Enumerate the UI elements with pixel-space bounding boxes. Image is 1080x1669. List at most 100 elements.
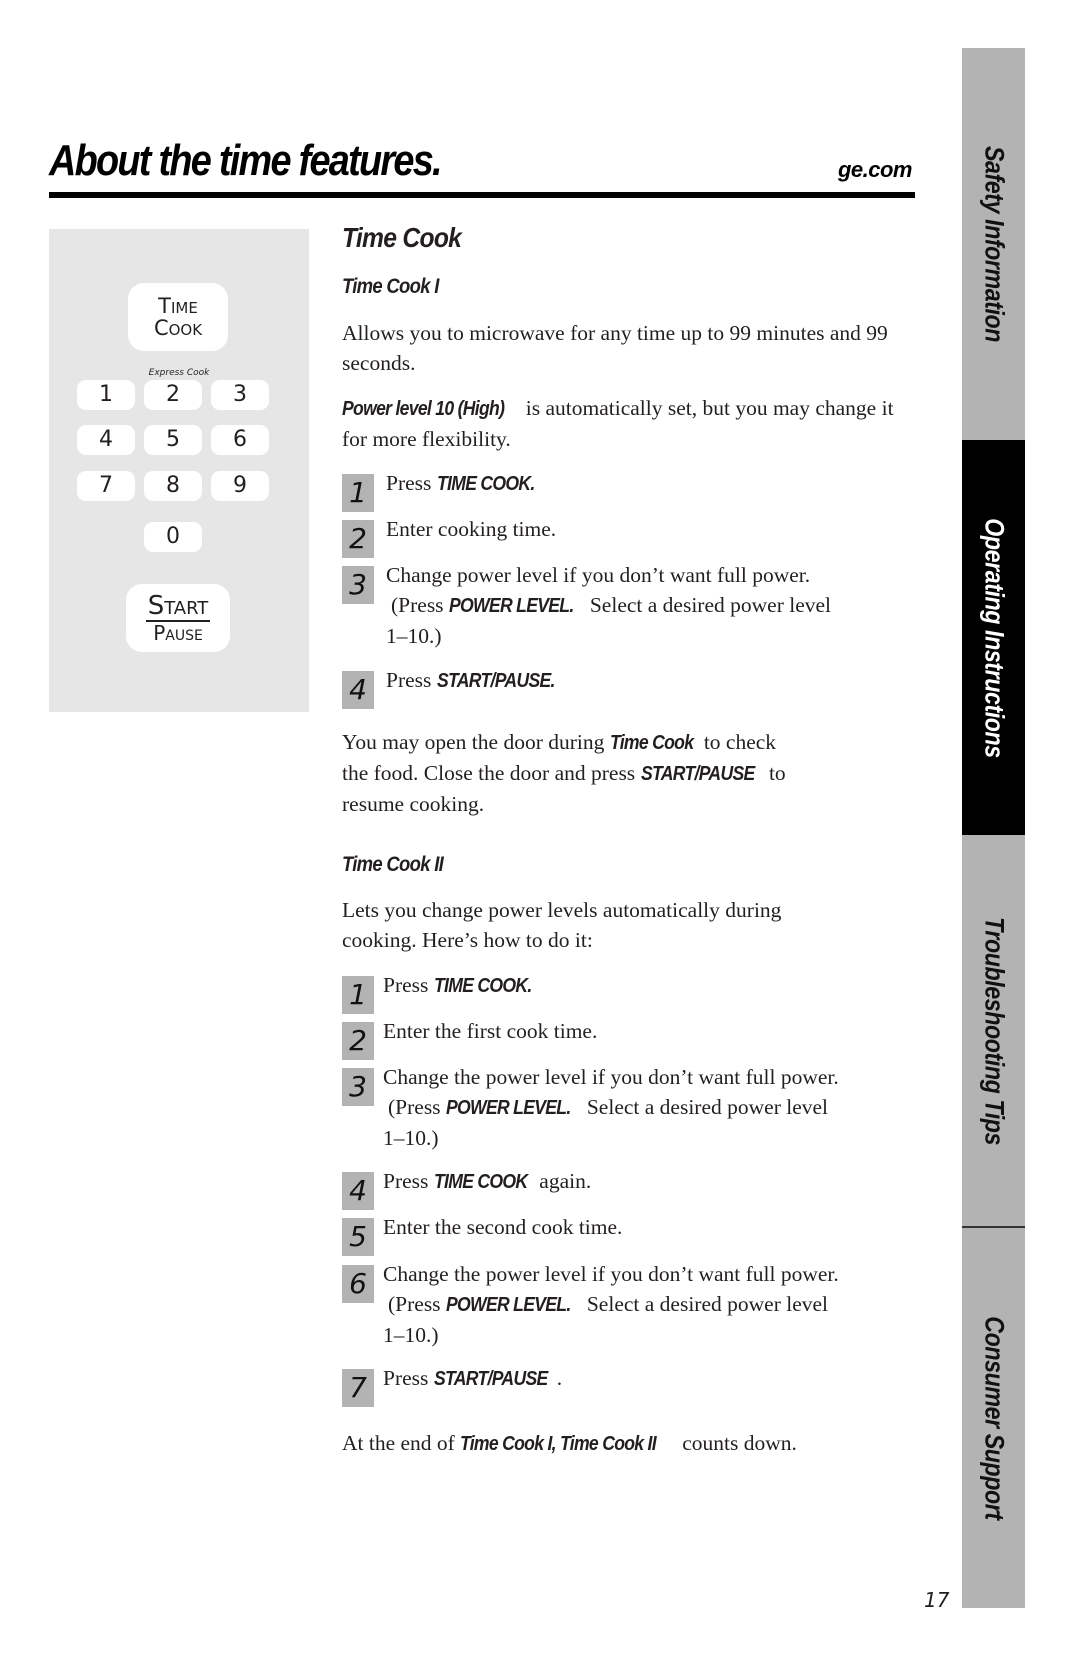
step-text-pre: Press bbox=[386, 471, 437, 495]
step-text-pre: Press bbox=[383, 1366, 434, 1390]
power-level-bold: Power level 10 (High) bbox=[342, 398, 505, 420]
time-cook-1-intro: Allows you to microwave for any time up … bbox=[342, 321, 888, 375]
step-number: 4 bbox=[342, 1172, 374, 1210]
step-text-line2: (Press POWER LEVEL. Select a desired pow… bbox=[383, 1092, 913, 1123]
pause-key-label: Pause bbox=[153, 621, 203, 645]
step-text: Press TIME COOK. bbox=[386, 468, 916, 499]
step-text-bold: TIME COOK. bbox=[436, 473, 535, 495]
tab-label: Operating Instructions bbox=[979, 517, 1009, 758]
step-number: 2 bbox=[342, 1022, 374, 1060]
door-note: You may open the door during Time Cook t… bbox=[342, 727, 922, 819]
start-key-label: Start bbox=[145, 591, 211, 622]
intro-line2: cooking. Here’s how to do it: bbox=[342, 928, 593, 952]
step-number: 6 bbox=[342, 1265, 374, 1303]
step-text-sub-pre: (Press bbox=[388, 1292, 446, 1316]
number-key-7: 7 bbox=[77, 471, 135, 501]
step-number: 3 bbox=[342, 1068, 374, 1106]
number-key-8: 8 bbox=[144, 471, 202, 501]
page-number: 17 bbox=[924, 1588, 950, 1612]
step-text-post: Select a desired power level bbox=[581, 1095, 829, 1119]
step-text-bold: POWER LEVEL. bbox=[448, 595, 574, 617]
step-text: Press START/PAUSE. bbox=[383, 1363, 913, 1394]
note-bold: Time Cook I, Time Cook II bbox=[460, 1433, 657, 1455]
site-link[interactable]: ge.com bbox=[838, 157, 913, 183]
number-key-2: 2 bbox=[144, 380, 202, 410]
page-title: About the time features. bbox=[49, 136, 443, 185]
number-key-6: 6 bbox=[211, 425, 269, 455]
step-text: Enter the first cook time. bbox=[383, 1019, 598, 1043]
step-text-line3: 1–10.) bbox=[383, 1126, 439, 1150]
time-cook-key: Time Cook bbox=[128, 283, 228, 351]
keypad-illustration: Time Cook Express Cook 1 2 3 4 5 6 7 8 9… bbox=[49, 229, 309, 712]
step-number: 4 bbox=[342, 671, 374, 709]
step-number: 5 bbox=[342, 1218, 374, 1256]
step-text-bold: TIME COOK. bbox=[433, 975, 532, 997]
step-text: Change the power level if you don’t want… bbox=[383, 1062, 913, 1153]
step-text: Enter cooking time. bbox=[386, 517, 557, 541]
step-text-post: again. bbox=[533, 1169, 592, 1193]
step-text-line1: Change power level if you don’t want ful… bbox=[386, 563, 811, 587]
tab-label: Safety Information bbox=[979, 145, 1009, 343]
step-text: Change power level if you don’t want ful… bbox=[386, 560, 916, 651]
step-text-bold: POWER LEVEL. bbox=[445, 1097, 571, 1119]
number-key-5: 5 bbox=[144, 425, 202, 455]
time-cook-key-line1: Time bbox=[158, 294, 198, 318]
step-text: Press START/PAUSE. bbox=[386, 665, 916, 696]
step-text-line1: Change the power level if you don’t want… bbox=[383, 1065, 839, 1089]
step-text-bold: POWER LEVEL. bbox=[445, 1294, 571, 1316]
tab-operating-instructions[interactable]: Operating Instructions bbox=[962, 440, 1025, 835]
step-text-sub-pre: (Press bbox=[388, 1095, 446, 1119]
start-pause-key: Start Pause bbox=[126, 584, 230, 652]
step-text-line2: (Press POWER LEVEL. Select a desired pow… bbox=[383, 1289, 913, 1320]
tab-label: Consumer Support bbox=[979, 1316, 1009, 1520]
express-cook-label: Express Cook bbox=[148, 368, 210, 378]
tab-safety-information[interactable]: Safety Information bbox=[962, 48, 1025, 440]
time-cook-1-heading: Time Cook I bbox=[342, 275, 439, 298]
step-text-post: Select a desired power level bbox=[581, 1292, 829, 1316]
step-number: 1 bbox=[342, 474, 374, 512]
step-text-sub-pre: (Press bbox=[391, 593, 449, 617]
power-level-note: Power level 10 (High) is automatically s… bbox=[342, 393, 902, 454]
step-text-post: . bbox=[556, 1366, 563, 1390]
step-text-line3: 1–10.) bbox=[386, 624, 442, 648]
step-number: 3 bbox=[342, 566, 374, 604]
step-text-line1: Change the power level if you don’t want… bbox=[383, 1262, 839, 1286]
note-text: to check bbox=[698, 730, 777, 754]
step-text-bold: START/PAUSE bbox=[433, 1368, 548, 1390]
step-text-pre: Press bbox=[386, 668, 437, 692]
note-text: to bbox=[763, 761, 786, 785]
step-number: 2 bbox=[342, 520, 374, 558]
header-rule bbox=[49, 192, 915, 198]
note-text: the food. Close the door and press bbox=[342, 761, 641, 785]
step-number: 1 bbox=[342, 976, 374, 1014]
tab-troubleshooting-tips[interactable]: Troubleshooting Tips bbox=[962, 835, 1025, 1226]
section-title: Time Cook bbox=[342, 222, 462, 253]
door-note-line2: the food. Close the door and press START… bbox=[342, 758, 922, 789]
note-text: At the end of bbox=[342, 1431, 461, 1455]
step-text-pre: Press bbox=[383, 1169, 434, 1193]
door-note-line1: You may open the door during Time Cook t… bbox=[342, 727, 922, 758]
door-note-line3: resume cooking. bbox=[342, 792, 485, 816]
step-text: Enter the second cook time. bbox=[383, 1215, 623, 1239]
time-cook-2-intro: Lets you change power levels automatical… bbox=[342, 895, 922, 955]
note-text: You may open the door during bbox=[342, 730, 610, 754]
tab-label: Troubleshooting Tips bbox=[979, 916, 1009, 1145]
step-number: 7 bbox=[342, 1369, 374, 1407]
time-cook-2-heading: Time Cook II bbox=[342, 853, 444, 876]
step-text-line3: 1–10.) bbox=[383, 1323, 439, 1347]
step-text-line2: (Press POWER LEVEL. Select a desired pow… bbox=[386, 590, 916, 621]
time-cook-key-line2: Cook bbox=[153, 316, 203, 340]
intro-line1: Lets you change power levels automatical… bbox=[342, 898, 782, 922]
step-text: Change the power level if you don’t want… bbox=[383, 1259, 913, 1350]
step-text-post: Select a desired power level bbox=[584, 593, 832, 617]
note-bold: Time Cook bbox=[609, 732, 694, 754]
note-bold: START/PAUSE bbox=[640, 763, 755, 785]
number-key-4: 4 bbox=[77, 425, 135, 455]
step-text-pre: Press bbox=[383, 973, 434, 997]
step-text: Press TIME COOK. bbox=[383, 970, 913, 1001]
tab-consumer-support[interactable]: Consumer Support bbox=[962, 1228, 1025, 1608]
note-text: counts down. bbox=[676, 1431, 797, 1455]
step-text: Press TIME COOK again. bbox=[383, 1166, 913, 1197]
number-key-1: 1 bbox=[77, 380, 135, 410]
number-key-9: 9 bbox=[211, 471, 269, 501]
